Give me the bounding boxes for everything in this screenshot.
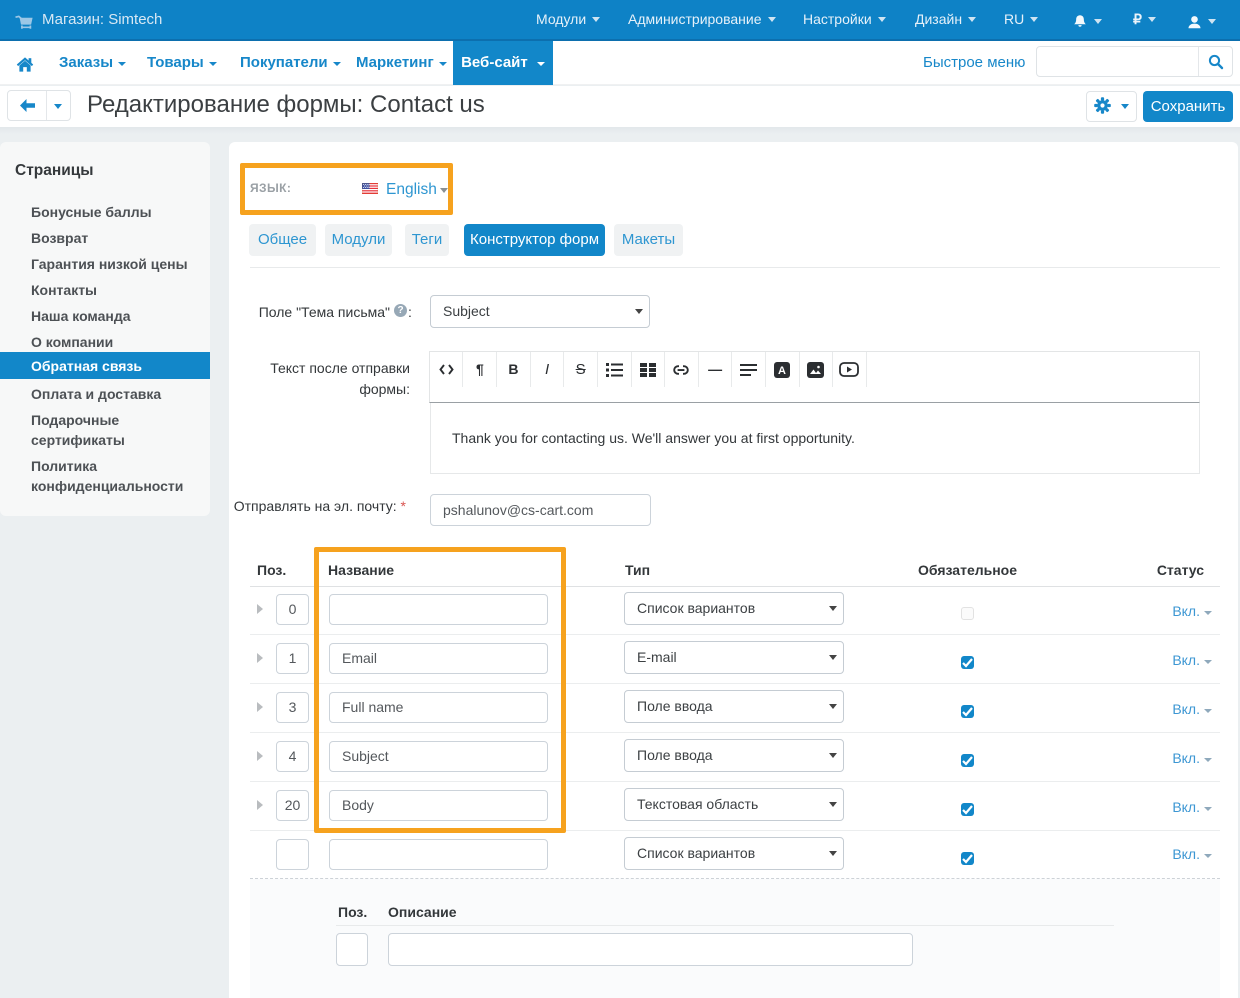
svg-text:A: A <box>778 365 786 377</box>
